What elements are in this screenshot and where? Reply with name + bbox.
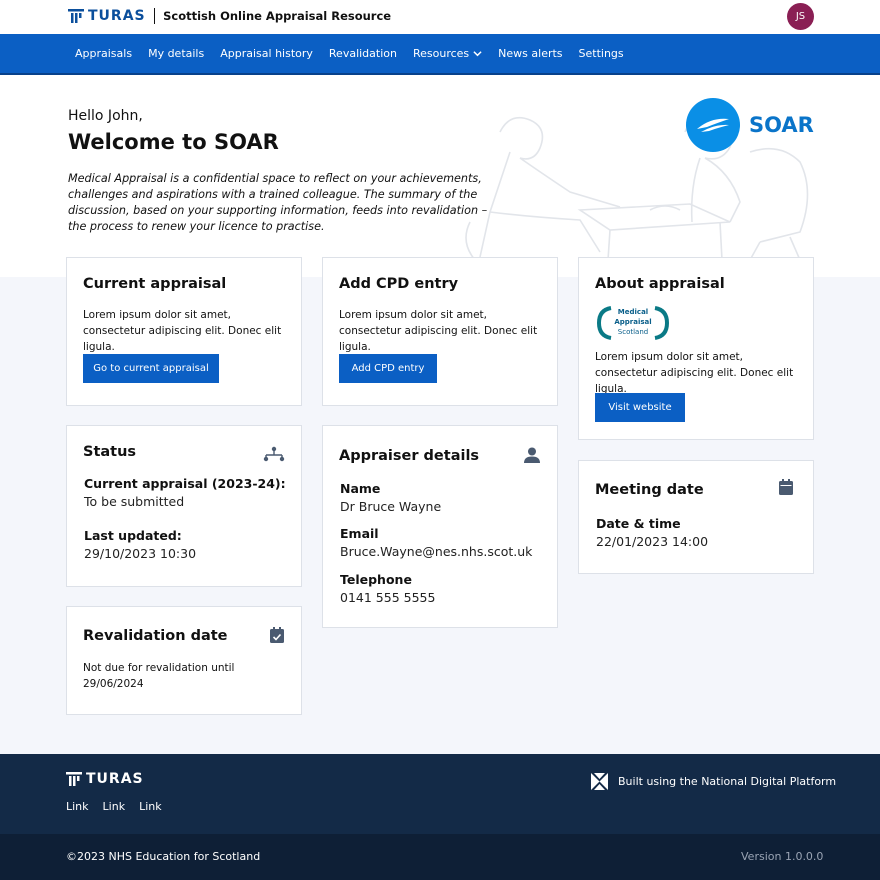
user-avatar[interactable]: JS (787, 3, 814, 30)
turas-logo[interactable]: TURAS (68, 8, 146, 24)
wings-icon (697, 118, 729, 132)
footer-turas-logo[interactable]: TURAS (66, 771, 144, 787)
footer-logo-text: TURAS (86, 771, 144, 787)
appraiser-phone-label: Telephone (340, 572, 412, 587)
nav-item-settings[interactable]: Settings (579, 47, 624, 60)
chevron-down-icon (473, 51, 482, 57)
appraiser-email-label: Email (340, 526, 379, 541)
calendar-check-icon (270, 627, 284, 643)
add-cpd-entry-button[interactable]: Add CPD entry (339, 354, 437, 383)
nav-item-my-details[interactable]: My details (148, 47, 204, 60)
appraiser-name-label: Name (340, 481, 381, 496)
nav-item-resources[interactable]: Resources (413, 47, 482, 60)
card-title: Current appraisal (83, 276, 227, 292)
brand[interactable]: TURAS Scottish Online Appraisal Resource (68, 8, 391, 24)
version: Version 1.0.0.0 (741, 850, 824, 863)
page-title: Welcome to SOAR (68, 130, 279, 154)
meeting-datetime-label: Date & time (596, 516, 681, 531)
intro-text: Medical Appraisal is a confidential spac… (68, 172, 488, 233)
meeting-datetime-value: 22/01/2023 14:00 (596, 534, 709, 549)
nav-item-appraisal-history[interactable]: Appraisal history (220, 47, 313, 60)
card-title: Meeting date (595, 482, 704, 498)
top-header: TURAS Scottish Online Appraisal Resource… (0, 0, 880, 34)
go-to-current-appraisal-button[interactable]: Go to current appraisal (83, 354, 219, 383)
status-value: To be submitted (84, 494, 185, 509)
logo-line-3: Scotland (617, 328, 649, 336)
card-body: Lorem ipsum dolor sit amet, consectetur … (339, 309, 538, 353)
main-nav: Appraisals My details Appraisal history … (0, 34, 880, 75)
footer-links: Link Link Link (66, 800, 176, 813)
turas-logo-text: TURAS (88, 8, 146, 24)
app-title: Scottish Online Appraisal Resource (163, 9, 392, 23)
card-body: Lorem ipsum dolor sit amet, consectetur … (83, 309, 282, 353)
copyright: ©2023 NHS Education for Scotland (66, 850, 261, 863)
meeting-date-card: Meeting date Date & time 22/01/2023 14:0… (578, 460, 814, 574)
workflow-icon (263, 446, 285, 462)
add-cpd-card: Add CPD entry Lorem ipsum dolor sit amet… (322, 257, 558, 406)
card-body: Lorem ipsum dolor sit amet, consectetur … (595, 351, 794, 395)
card-title: About appraisal (595, 276, 725, 292)
visit-website-button[interactable]: Visit website (595, 393, 685, 422)
ndp-icon (591, 773, 608, 790)
last-updated-value: 29/10/2023 10:30 (84, 546, 197, 561)
footer-link[interactable]: Link (103, 800, 126, 813)
turas-mark-icon (66, 772, 82, 786)
nav-item-news-alerts[interactable]: News alerts (498, 47, 562, 60)
ndp-text: Built using the National Digital Platfor… (618, 775, 837, 788)
soar-logo-mark (686, 98, 740, 152)
card-title: Status (83, 444, 137, 460)
turas-mark-icon (68, 9, 84, 23)
logo-line-2: Appraisal (614, 318, 652, 326)
appraiser-name-value: Dr Bruce Wayne (340, 499, 442, 514)
soar-logo-text: SOAR (749, 113, 814, 137)
appraiser-phone-value: 0141 555 5555 (340, 590, 436, 605)
last-updated-label: Last updated: (84, 528, 182, 543)
nav-item-resources-label: Resources (412, 47, 470, 60)
nav-item-appraisals[interactable]: Appraisals (75, 47, 132, 60)
appraiser-email-value[interactable]: Bruce.Wayne@nes.nhs.scot.uk (340, 544, 532, 559)
status-label: Current appraisal (2023-24): (84, 476, 286, 491)
greeting: Hello John, (68, 108, 143, 124)
about-appraisal-card: About appraisal Medical Appraisal Scotla… (578, 257, 814, 440)
logo-line-1: Medical (617, 308, 649, 316)
card-title: Revalidation date (83, 628, 228, 644)
revalidation-text: Not due for revalidation until 29/06/202… (83, 662, 235, 690)
footer-link[interactable]: Link (139, 800, 162, 813)
card-title: Add CPD entry (339, 276, 459, 292)
status-card: Status Current appraisal (2023-24): To b… (66, 425, 302, 587)
appraiser-details-card: Appraiser details Name Dr Bruce Wayne Em… (322, 425, 558, 628)
current-appraisal-card: Current appraisal Lorem ipsum dolor sit … (66, 257, 302, 406)
revalidation-date-card: Revalidation date Not due for revalidati… (66, 606, 302, 715)
person-icon (524, 447, 540, 463)
card-title: Appraiser details (339, 448, 480, 464)
soar-logo: SOAR (686, 98, 814, 152)
medical-appraisal-scotland-logo: Medical Appraisal Scotland (597, 306, 669, 340)
nav-item-revalidation[interactable]: Revalidation (329, 47, 397, 60)
brand-divider (153, 8, 156, 24)
footer-link[interactable]: Link (66, 800, 89, 813)
footer (0, 754, 880, 834)
calendar-icon (779, 479, 793, 495)
national-digital-platform: Built using the National Digital Platfor… (591, 773, 836, 790)
